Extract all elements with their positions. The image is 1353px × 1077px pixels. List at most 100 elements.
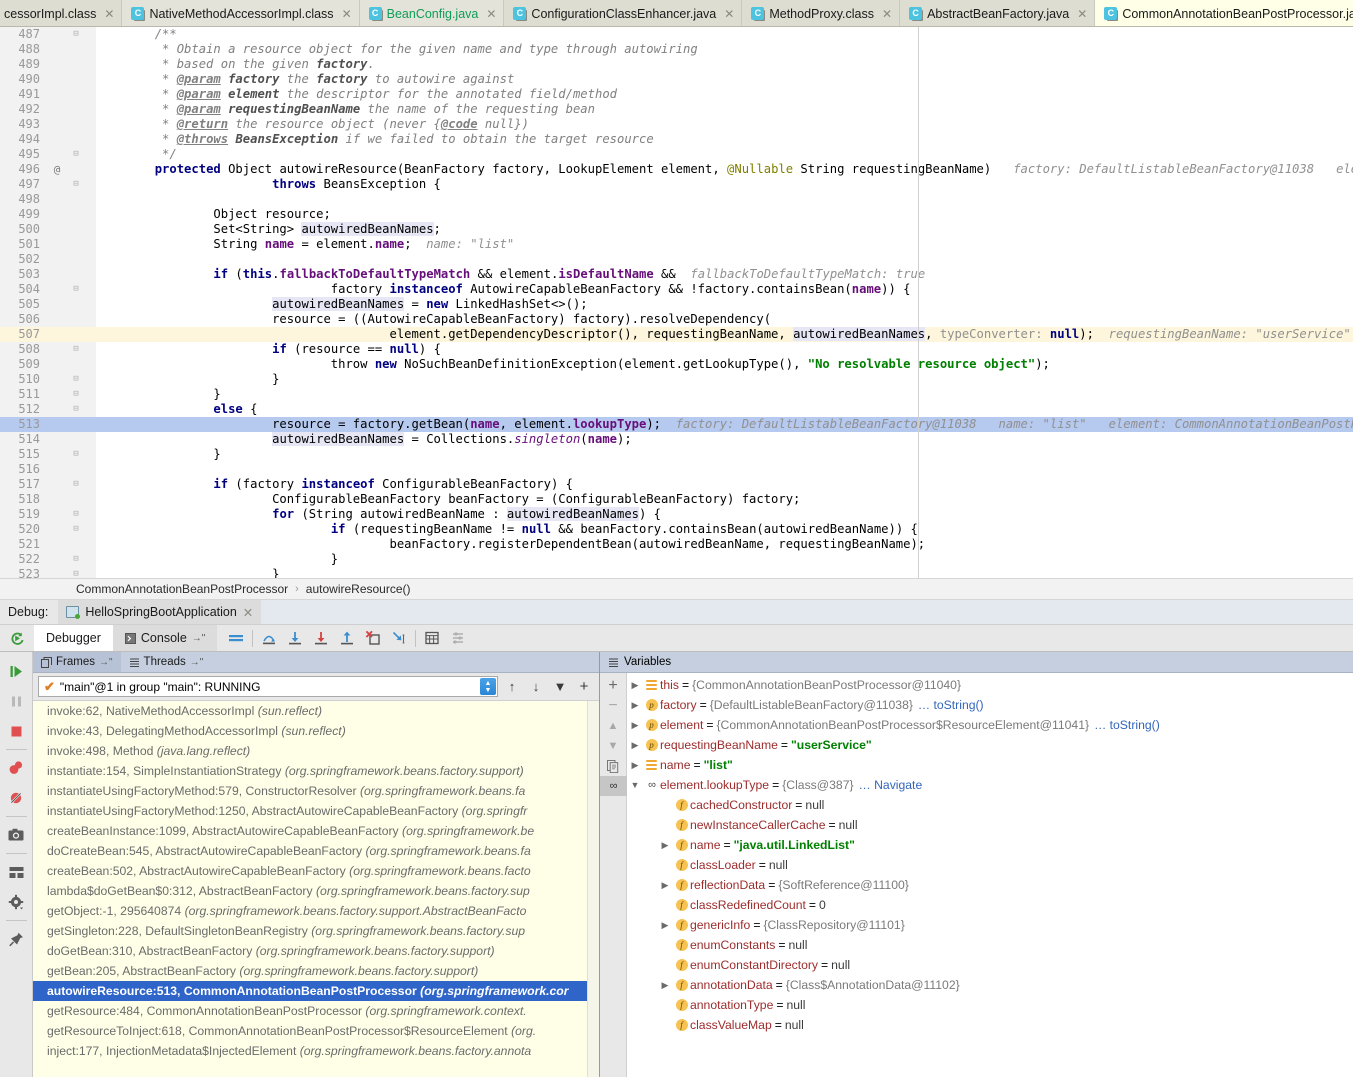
settings-icon[interactable] [445, 625, 471, 652]
step-into-icon[interactable] [282, 625, 308, 652]
tab-debugger[interactable]: Debugger [34, 625, 113, 651]
frame-list-item[interactable]: autowireResource:513, CommonAnnotationBe… [33, 981, 599, 1001]
code-line[interactable]: 498 [0, 192, 1353, 207]
frame-list-item[interactable]: doCreateBean:545, AbstractAutowireCapabl… [33, 841, 599, 861]
variable-action-link[interactable]: … toString() [1089, 715, 1160, 735]
code-line[interactable]: 507 element.getDependencyDescriptor(), r… [0, 327, 1353, 342]
code-line[interactable]: 513 resource = factory.getBean(name, ele… [0, 417, 1353, 432]
code-line[interactable]: 490 * @param factory the factory to auto… [0, 72, 1353, 87]
code-line[interactable]: 500 Set<String> autowiredBeanNames; [0, 222, 1353, 237]
frame-list-item[interactable]: instantiate:154, SimpleInstantiationStra… [33, 761, 599, 781]
variable-row[interactable]: f annotationType = null [627, 995, 1353, 1015]
close-icon[interactable]: ✕ [1077, 8, 1087, 20]
add-icon[interactable]: + [574, 678, 594, 695]
tab-threads[interactable]: Threads →" [120, 652, 212, 672]
remove-watch-icon[interactable]: − [600, 696, 627, 716]
chevron-right-icon[interactable]: ▶ [657, 915, 673, 935]
code-line[interactable]: 494 * @throws BeansException if we faile… [0, 132, 1353, 147]
resume-program-icon[interactable] [0, 656, 33, 686]
variable-row[interactable]: f enumConstants = null [627, 935, 1353, 955]
close-icon[interactable]: ✕ [104, 8, 114, 20]
chevron-right-icon[interactable]: ▶ [627, 675, 643, 695]
stop-icon[interactable] [0, 716, 33, 746]
frame-list-item[interactable]: instantiateUsingFactoryMethod:1250, Abst… [33, 801, 599, 821]
code-fold-icon[interactable]: ⊟ [70, 27, 82, 42]
variable-row[interactable]: ▼ ∞ element.lookupType = {Class@387}… Naviga… [627, 775, 1353, 795]
breadcrumb-method[interactable]: autowireResource() [306, 582, 411, 596]
move-down-icon[interactable]: ↓ [526, 679, 546, 694]
code-fold-icon[interactable]: ⊟ [70, 372, 82, 387]
frame-list-item[interactable]: instantiateUsingFactoryMethod:579, Const… [33, 781, 599, 801]
close-icon[interactable]: ✕ [882, 8, 892, 20]
code-line[interactable]: 489 * based on the given factory. [0, 57, 1353, 72]
move-up-icon[interactable]: ↑ [502, 679, 522, 694]
code-editor[interactable]: 487 ⊟ /** 488 * Obtain a resource object f… [0, 27, 1353, 578]
frame-list-item[interactable]: doGetBean:310, AbstractBeanFactory (org.… [33, 941, 599, 961]
step-out-icon[interactable] [334, 625, 360, 652]
code-line[interactable]: 497 ⊟ throws BeansException { [0, 177, 1353, 192]
editor-tab-3[interactable]: C ConfigurationClassEnhancer.java ✕ [504, 0, 743, 26]
code-line[interactable]: 523 ⊟ } [0, 567, 1353, 578]
code-fold-icon[interactable]: ⊟ [70, 507, 82, 522]
variable-row[interactable]: ▶ p factory = {DefaultListableBeanFactory@11… [627, 695, 1353, 715]
code-line[interactable]: 515 ⊟ } [0, 447, 1353, 462]
chevron-right-icon[interactable]: ▶ [627, 695, 643, 715]
force-step-into-icon[interactable] [308, 625, 334, 652]
mute-breakpoints-icon[interactable] [0, 783, 33, 813]
code-line[interactable]: 516 [0, 462, 1353, 477]
frame-list-item[interactable]: createBean:502, AbstractAutowireCapableB… [33, 861, 599, 881]
chevron-right-icon[interactable]: ▶ [657, 975, 673, 995]
layout-icon[interactable] [0, 857, 33, 887]
code-line[interactable]: 493 * @return the resource object (never… [0, 117, 1353, 132]
chevron-updown-icon[interactable]: ▲ ▼ [480, 678, 496, 695]
add-watch-icon[interactable]: + [600, 676, 627, 696]
pause-program-icon[interactable] [0, 686, 33, 716]
code-line[interactable]: 518 ConfigurableBeanFactory beanFactory … [0, 492, 1353, 507]
code-line[interactable]: 512 ⊟ else { [0, 402, 1353, 417]
variable-row[interactable]: f classValueMap = null [627, 1015, 1353, 1035]
frame-list-item[interactable]: inject:177, InjectionMetadata$InjectedEl… [33, 1041, 599, 1061]
inspect-icon[interactable]: ∞ [599, 776, 627, 796]
settings-gear-icon[interactable] [0, 887, 33, 917]
frame-list-item[interactable]: getResourceToInject:618, CommonAnnotatio… [33, 1021, 599, 1041]
dropdown-arrow-icon[interactable]: →" [190, 657, 204, 668]
camera-icon[interactable] [0, 820, 33, 850]
code-fold-icon[interactable]: ⊟ [70, 342, 82, 357]
frame-list-item[interactable]: getObject:-1, 295640874 (org.springframe… [33, 901, 599, 921]
variable-row[interactable]: ▶ f annotationData = {Class$AnnotationData@1… [627, 975, 1353, 995]
close-icon[interactable]: ✕ [243, 605, 253, 620]
code-fold-icon[interactable]: ⊟ [70, 147, 82, 162]
editor-tab-0[interactable]: cessorImpl.class ✕ [0, 0, 123, 26]
code-fold-icon[interactable]: ⊟ [70, 477, 82, 492]
override-marker-icon[interactable]: @ [50, 162, 64, 177]
code-fold-icon[interactable]: ⊟ [70, 282, 82, 297]
code-line[interactable]: 503 if (this.fallbackToDefaultTypeMatch … [0, 267, 1353, 282]
drop-frame-icon[interactable] [360, 625, 386, 652]
variable-row[interactable]: ▶ f name = "java.util.LinkedList" [627, 835, 1353, 855]
chevron-down-icon[interactable]: ▼ [627, 775, 643, 795]
view-breakpoints-icon[interactable] [0, 753, 33, 783]
variable-action-link[interactable]: … Navigate [854, 775, 923, 795]
code-line[interactable]: 495 ⊟ */ [0, 147, 1353, 162]
code-line[interactable]: 492 * @param requestingBeanName the name… [0, 102, 1353, 117]
variable-row[interactable]: ▶ f reflectionData = {SoftReference@11100} [627, 875, 1353, 895]
run-to-cursor-icon[interactable] [386, 625, 412, 652]
close-icon[interactable]: ✕ [486, 8, 496, 20]
code-line[interactable]: 510 ⊟ } [0, 372, 1353, 387]
variable-row[interactable]: f classLoader = null [627, 855, 1353, 875]
code-line[interactable]: 487 ⊟ /** [0, 27, 1353, 42]
code-fold-icon[interactable]: ⊟ [70, 387, 82, 402]
variable-row[interactable]: f cachedConstructor = null [627, 795, 1353, 815]
frames-scrollbar[interactable] [587, 701, 599, 1077]
code-line[interactable]: 522 ⊟ } [0, 552, 1353, 567]
variable-row[interactable]: ▶ f genericInfo = {ClassRepository@11101} [627, 915, 1353, 935]
code-fold-icon[interactable]: ⊟ [70, 567, 82, 578]
variable-row[interactable]: f classRedefinedCount = 0 [627, 895, 1353, 915]
variable-row[interactable]: ▶ p element = {CommonAnnotationBeanPostProce… [627, 715, 1353, 735]
code-fold-icon[interactable]: ⊟ [70, 552, 82, 567]
tab-console[interactable]: Console →" [112, 625, 218, 651]
variable-action-link[interactable]: … toString() [913, 695, 984, 715]
variables-list[interactable]: ▶ this = {CommonAnnotationBeanPostProcessor… [627, 673, 1353, 1077]
editor-code-area[interactable]: 487 ⊟ /** 488 * Obtain a resource object f… [0, 27, 1353, 578]
dropdown-arrow-icon[interactable]: →" [99, 657, 113, 668]
